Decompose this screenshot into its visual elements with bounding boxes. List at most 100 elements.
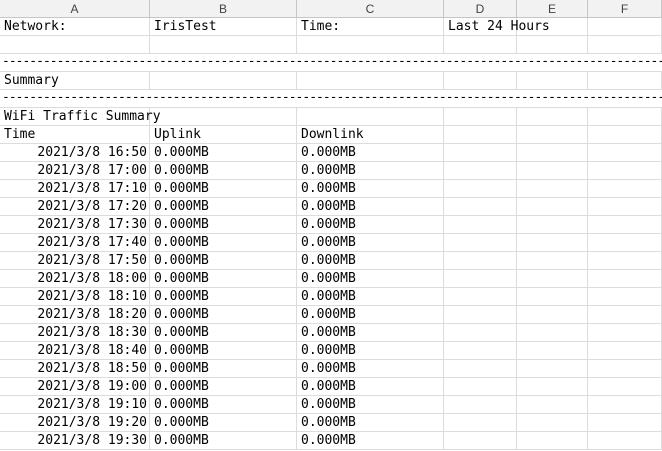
empty-cell[interactable] <box>588 216 662 233</box>
uplink-cell[interactable]: 0.000MB <box>150 360 297 377</box>
time-header-cell[interactable]: Time <box>0 126 150 143</box>
empty-cell[interactable] <box>588 126 662 143</box>
downlink-cell[interactable]: 0.000MB <box>297 414 444 431</box>
empty-cell[interactable] <box>517 234 588 251</box>
empty-cell[interactable] <box>588 270 662 287</box>
time-cell[interactable]: 2021/3/8 18:40 <box>0 342 150 359</box>
empty-cell[interactable] <box>150 72 297 89</box>
time-cell[interactable]: 2021/3/8 17:10 <box>0 180 150 197</box>
downlink-cell[interactable]: 0.000MB <box>297 234 444 251</box>
empty-cell[interactable] <box>588 198 662 215</box>
empty-cell[interactable] <box>517 72 588 89</box>
downlink-header-cell[interactable]: Downlink <box>297 126 444 143</box>
empty-cell[interactable] <box>517 180 588 197</box>
empty-cell[interactable] <box>517 270 588 287</box>
empty-cell[interactable] <box>297 36 444 53</box>
empty-cell[interactable] <box>588 252 662 269</box>
uplink-cell[interactable]: 0.000MB <box>150 378 297 395</box>
empty-cell[interactable] <box>444 234 517 251</box>
time-cell[interactable]: 2021/3/8 17:50 <box>0 252 150 269</box>
empty-cell[interactable] <box>588 306 662 323</box>
empty-cell[interactable] <box>444 72 517 89</box>
time-cell[interactable]: 2021/3/8 19:10 <box>0 396 150 413</box>
time-cell[interactable]: 2021/3/8 18:30 <box>0 324 150 341</box>
empty-cell[interactable] <box>444 360 517 377</box>
empty-cell[interactable] <box>517 432 588 449</box>
empty-cell[interactable] <box>150 36 297 53</box>
empty-cell[interactable] <box>588 180 662 197</box>
network-label-cell[interactable]: Network: <box>0 18 150 35</box>
downlink-cell[interactable]: 0.000MB <box>297 198 444 215</box>
downlink-cell[interactable]: 0.000MB <box>297 342 444 359</box>
empty-cell[interactable] <box>517 162 588 179</box>
uplink-cell[interactable]: 0.000MB <box>150 234 297 251</box>
network-value-cell[interactable]: IrisTest <box>150 18 297 35</box>
uplink-cell[interactable]: 0.000MB <box>150 342 297 359</box>
uplink-header-cell[interactable]: Uplink <box>150 126 297 143</box>
empty-cell[interactable] <box>588 414 662 431</box>
uplink-cell[interactable]: 0.000MB <box>150 198 297 215</box>
uplink-cell[interactable]: 0.000MB <box>150 306 297 323</box>
empty-cell[interactable] <box>444 198 517 215</box>
empty-cell[interactable] <box>517 306 588 323</box>
downlink-cell[interactable]: 0.000MB <box>297 396 444 413</box>
time-cell[interactable]: 2021/3/8 17:40 <box>0 234 150 251</box>
empty-cell[interactable] <box>444 144 517 161</box>
column-header-a[interactable]: A <box>0 0 150 18</box>
column-header-b[interactable]: B <box>150 0 297 18</box>
empty-cell[interactable] <box>588 72 662 89</box>
time-cell[interactable]: 2021/3/8 18:10 <box>0 288 150 305</box>
empty-cell[interactable] <box>517 18 588 35</box>
empty-cell[interactable] <box>517 414 588 431</box>
empty-cell[interactable] <box>444 432 517 449</box>
empty-cell[interactable] <box>588 162 662 179</box>
downlink-cell[interactable]: 0.000MB <box>297 360 444 377</box>
column-header-f[interactable]: F <box>588 0 662 18</box>
empty-cell[interactable] <box>444 414 517 431</box>
uplink-cell[interactable]: 0.000MB <box>150 252 297 269</box>
empty-cell[interactable] <box>444 342 517 359</box>
empty-cell[interactable] <box>517 108 588 125</box>
time-cell[interactable]: 2021/3/8 19:30 <box>0 432 150 449</box>
empty-cell[interactable] <box>444 396 517 413</box>
uplink-cell[interactable]: 0.000MB <box>150 270 297 287</box>
time-cell[interactable]: 2021/3/8 18:50 <box>0 360 150 377</box>
uplink-cell[interactable]: 0.000MB <box>150 324 297 341</box>
time-cell[interactable]: 2021/3/8 17:00 <box>0 162 150 179</box>
time-label-cell[interactable]: Time: <box>297 18 444 35</box>
empty-cell[interactable] <box>588 378 662 395</box>
column-header-c[interactable]: C <box>297 0 444 18</box>
empty-cell[interactable] <box>444 378 517 395</box>
empty-cell[interactable] <box>150 108 297 125</box>
downlink-cell[interactable]: 0.000MB <box>297 180 444 197</box>
empty-cell[interactable] <box>588 36 662 53</box>
downlink-cell[interactable]: 0.000MB <box>297 216 444 233</box>
uplink-cell[interactable]: 0.000MB <box>150 216 297 233</box>
uplink-cell[interactable]: 0.000MB <box>150 180 297 197</box>
empty-cell[interactable] <box>444 252 517 269</box>
empty-cell[interactable] <box>588 432 662 449</box>
empty-cell[interactable] <box>444 162 517 179</box>
empty-cell[interactable] <box>444 306 517 323</box>
empty-cell[interactable] <box>297 108 444 125</box>
empty-cell[interactable] <box>588 342 662 359</box>
downlink-cell[interactable]: 0.000MB <box>297 252 444 269</box>
summary-label-cell[interactable]: Summary <box>0 72 150 89</box>
downlink-cell[interactable]: 0.000MB <box>297 144 444 161</box>
uplink-cell[interactable]: 0.000MB <box>150 144 297 161</box>
empty-cell[interactable] <box>517 216 588 233</box>
empty-cell[interactable] <box>444 216 517 233</box>
time-cell[interactable]: 2021/3/8 18:00 <box>0 270 150 287</box>
empty-cell[interactable] <box>517 378 588 395</box>
downlink-cell[interactable]: 0.000MB <box>297 306 444 323</box>
empty-cell[interactable] <box>517 36 588 53</box>
time-cell[interactable]: 2021/3/8 19:20 <box>0 414 150 431</box>
empty-cell[interactable] <box>588 234 662 251</box>
separator-dashes[interactable]: ----------------------------------------… <box>2 54 662 71</box>
empty-cell[interactable] <box>588 324 662 341</box>
empty-cell[interactable] <box>0 36 150 53</box>
empty-cell[interactable] <box>517 144 588 161</box>
downlink-cell[interactable]: 0.000MB <box>297 270 444 287</box>
time-cell[interactable]: 2021/3/8 17:30 <box>0 216 150 233</box>
empty-cell[interactable] <box>517 126 588 143</box>
